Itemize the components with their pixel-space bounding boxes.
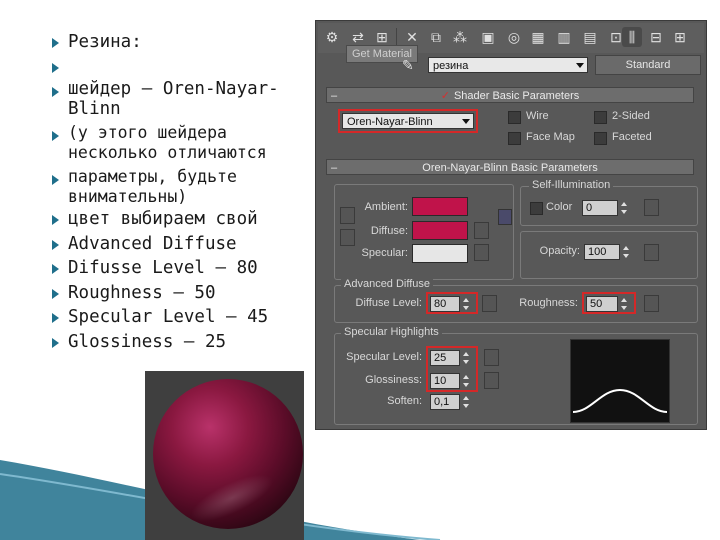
specular-curve-graph [570, 339, 670, 423]
bullet-item: Difusse Level — 80 [52, 256, 309, 281]
material-id-icon[interactable]: ◎ [504, 27, 524, 47]
put-to-library-icon[interactable]: ▣ [478, 27, 498, 47]
diffuse-swatch[interactable] [412, 221, 468, 240]
material-type-button[interactable]: Standard [595, 55, 701, 75]
show-map-icon[interactable]: ▦ [528, 27, 548, 47]
bullet-item: шейдер — Oren-Nayar-Blinn [52, 79, 309, 119]
shader-rollout-header[interactable]: – ✓ Shader Basic Parameters [326, 87, 694, 103]
self-illum-value[interactable]: 0 [582, 200, 618, 216]
eyedropper-icon[interactable]: ✎ [402, 57, 414, 74]
diffuse-label: Diffuse: [370, 225, 408, 237]
lock-diffuse-icon[interactable] [340, 229, 355, 246]
specular-highlight-box [426, 346, 478, 392]
put-to-scene-icon[interactable]: ⇄ [348, 27, 368, 47]
wire-label: Wire [526, 110, 549, 122]
specular-highlights-title: Specular Highlights [341, 326, 442, 338]
bullet-item: Specular Level — 45 [52, 305, 309, 330]
specular-label: Specular: [361, 247, 408, 259]
bullet-arrow-icon [52, 239, 59, 250]
roughness-label: Roughness: [519, 297, 578, 309]
go-parent-icon[interactable]: ▤ [580, 27, 600, 47]
roughness-highlight-box [582, 292, 636, 314]
collapse-icon: – [331, 162, 338, 174]
soften-value[interactable]: 0,1 [430, 394, 460, 410]
diffuse-level-highlight-box [426, 292, 478, 314]
bullet-arrow-icon [52, 313, 59, 323]
spinner-icon[interactable] [462, 394, 471, 410]
collapse-icon: – [331, 90, 338, 102]
bullet-item: Резина: [52, 30, 309, 55]
face-map-label: Face Map [526, 131, 575, 143]
shader-highlight-box [338, 109, 478, 133]
specular-swatch[interactable] [412, 244, 468, 263]
reset-icon[interactable]: ✕ [402, 27, 422, 47]
diffuse-level-label: Diffuse Level: [355, 297, 422, 309]
two-sided-label: 2-Sided [612, 110, 650, 122]
bullet-arrow-icon [52, 288, 59, 299]
bullet-arrow-icon [52, 175, 59, 185]
select-by-material-icon[interactable]: ⊟ [646, 27, 666, 47]
face-map-checkbox[interactable] [508, 132, 521, 145]
assign-material-icon[interactable]: ⊞ [372, 27, 392, 47]
self-illum-color-label: Color [546, 201, 573, 213]
checkmark-icon: ✓ [440, 90, 450, 102]
glossiness-label: Glossiness: [365, 374, 422, 386]
ambient-label: Ambient: [364, 201, 408, 213]
chevron-down-icon [576, 63, 584, 68]
bullet-arrow-icon [52, 62, 59, 73]
make-unique-icon[interactable]: ⁂ [450, 27, 470, 47]
bullet-arrow-icon [52, 131, 59, 141]
bullet-item [52, 55, 309, 80]
glossiness-map-button[interactable] [484, 372, 499, 389]
spinner-icon[interactable] [620, 200, 629, 216]
copy-material-icon[interactable]: ⧉ [426, 27, 446, 47]
bullet-arrow-icon [52, 337, 59, 348]
get-material-icon[interactable]: ⚙ [322, 27, 342, 47]
bullet-item: (у этого шейдера несколько отличаются [52, 123, 309, 163]
basic-params-rollout-header[interactable]: – Oren-Nayar-Blinn Basic Parameters [326, 159, 694, 175]
roughness-map-button[interactable] [644, 295, 659, 312]
material-preview [145, 371, 304, 540]
bullet-arrow-icon [52, 215, 59, 225]
bullet-list: Резина: шейдер — Oren-Nayar-Blinn (у это… [52, 30, 309, 355]
self-illum-color-checkbox[interactable] [530, 202, 543, 215]
specular-level-map-button[interactable] [484, 349, 499, 366]
spinner-icon[interactable] [622, 244, 631, 260]
lock-ambient-icon[interactable] [340, 207, 355, 224]
lock-icon[interactable] [498, 209, 512, 225]
diffuse-map-button[interactable] [474, 222, 489, 239]
opacity-value[interactable]: 100 [584, 244, 620, 260]
diffuse-level-map-button[interactable] [482, 295, 497, 312]
advanced-diffuse-title: Advanced Diffuse [341, 278, 434, 290]
show-end-result-icon[interactable]: ▥ [554, 27, 574, 47]
ambient-swatch[interactable] [412, 197, 468, 216]
decorative-swoosh [0, 460, 441, 540]
bullet-item: Advanced Diffuse [52, 232, 309, 257]
bullet-arrow-icon [52, 87, 59, 97]
bullet-arrow-icon [52, 38, 59, 48]
self-illumination-title: Self-Illumination [529, 179, 614, 191]
options-icon[interactable]: ⫼ [622, 27, 642, 47]
specular-level-label: Specular Level: [346, 351, 422, 363]
wire-checkbox[interactable] [508, 111, 521, 124]
specular-map-button[interactable] [474, 244, 489, 261]
opacity-map-button[interactable] [644, 244, 659, 261]
faceted-label: Faceted [612, 131, 652, 143]
material-navigator-icon[interactable]: ⊞ [670, 27, 690, 47]
soften-label: Soften: [387, 395, 422, 407]
bullet-arrow-icon [52, 264, 59, 274]
opacity-label: Opacity: [539, 245, 580, 257]
self-illum-map-button[interactable] [644, 199, 659, 216]
bullet-item: параметры, будьте внимательны) [52, 167, 309, 207]
material-editor-panel: ⚙ ⇄ ⊞ ✕ ⧉ ⁂ ▣ ◎ ▦ ▥ ▤ ⊡ ⫼ ⊟ ⊞ Get Materi… [315, 20, 707, 430]
two-sided-checkbox[interactable] [594, 111, 607, 124]
bullet-item: цвет выбираем свой [52, 207, 309, 232]
material-name-field[interactable]: резина [428, 57, 588, 73]
bullet-item: Roughness — 50 [52, 281, 309, 306]
bullet-item: Glossiness — 25 [52, 330, 309, 355]
faceted-checkbox[interactable] [594, 132, 607, 145]
